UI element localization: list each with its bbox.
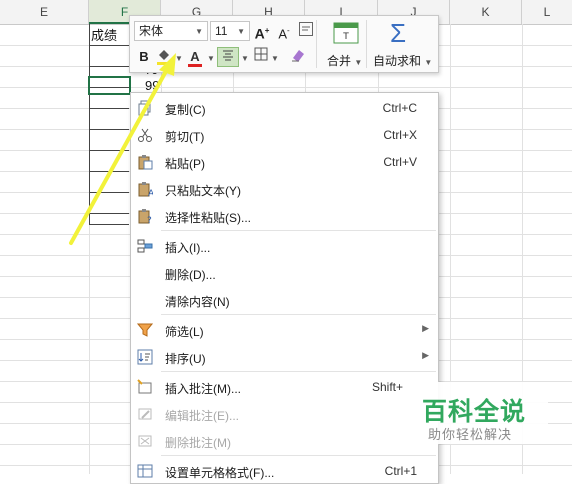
watermark: 百科全说 助你轻松解决 [414,382,548,444]
watermark-title: 百科全说 [422,397,527,426]
watermark-subtitle: 助你轻松解决 [428,428,513,443]
